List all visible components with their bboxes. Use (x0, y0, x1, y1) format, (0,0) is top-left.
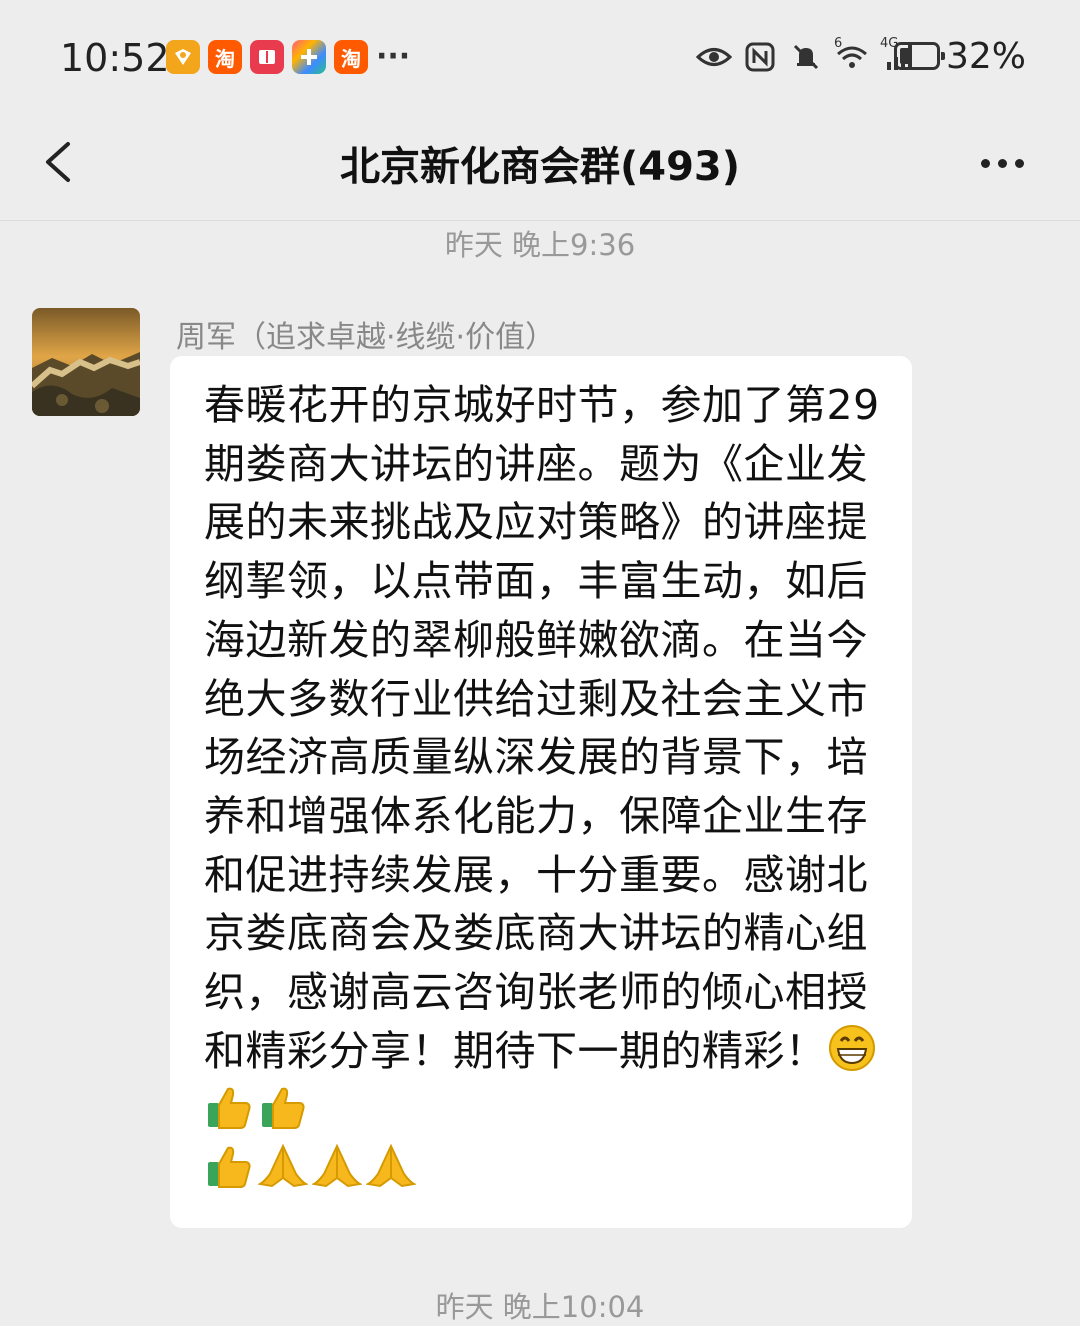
great-wall-avatar-image (32, 308, 140, 416)
thumbs-up-emoji-icon (258, 1081, 308, 1131)
message-body: 春暖花开的京城好时节，参加了第29 期娄商大讲坛的讲座。题为《企业发展的未来挑战… (204, 381, 880, 1075)
nfc-icon (742, 40, 778, 74)
more-options-button[interactable] (972, 138, 1032, 188)
notification-icons: 淘 淘 ··· (166, 40, 410, 74)
book-app-icon (250, 40, 284, 74)
dot-icon (1014, 158, 1024, 168)
app-yellow-icon (166, 40, 200, 74)
thumbs-up-emoji-icon (204, 1140, 254, 1190)
pray-emoji-icon (310, 1140, 364, 1190)
chat-header: 北京新化商会群(493) (0, 110, 1080, 221)
taobao-icon-2: 淘 (334, 40, 368, 74)
message-bubble[interactable]: 春暖花开的京城好时节，参加了第29 期娄商大讲坛的讲座。题为《企业发展的未来挑战… (170, 356, 912, 1228)
system-icons: 6 4G (696, 36, 920, 74)
battery-nub (941, 52, 945, 60)
dot-icon (980, 158, 990, 168)
battery-icon (894, 42, 945, 70)
status-time: 10:52 (60, 36, 170, 80)
dot-icon (997, 158, 1007, 168)
message-timestamp: 昨天 晚上10:04 (435, 1290, 645, 1324)
colorful-app-icon (292, 40, 326, 74)
battery-percent: 32% (945, 36, 1026, 77)
thumbs-up-emoji-icon (204, 1081, 254, 1131)
battery-level (900, 48, 911, 64)
grin-emoji-icon (827, 1023, 877, 1073)
chat-title: 北京新化商会群(493) (339, 144, 741, 190)
mute-bell-icon (788, 40, 824, 74)
eye-icon (696, 40, 732, 74)
status-bar: 10:52 淘 淘 ··· 6 4G 32% (0, 0, 1080, 110)
wifi-label: 6 (834, 36, 843, 51)
avatar[interactable] (32, 308, 140, 416)
message-timestamp: 昨天 晚上9:36 (444, 228, 636, 262)
message-text: 春暖花开的京城好时节，参加了第29 期娄商大讲坛的讲座。题为《企业发展的未来挑战… (204, 376, 888, 1198)
taobao-icon: 淘 (208, 40, 242, 74)
pray-emoji-icon (364, 1140, 418, 1190)
wifi-icon: 6 (834, 36, 870, 74)
pray-emoji-icon (256, 1140, 310, 1190)
more-notifications-icon: ··· (376, 39, 411, 74)
sender-name: 周军（追求卓越·线缆·价值） (176, 320, 556, 355)
